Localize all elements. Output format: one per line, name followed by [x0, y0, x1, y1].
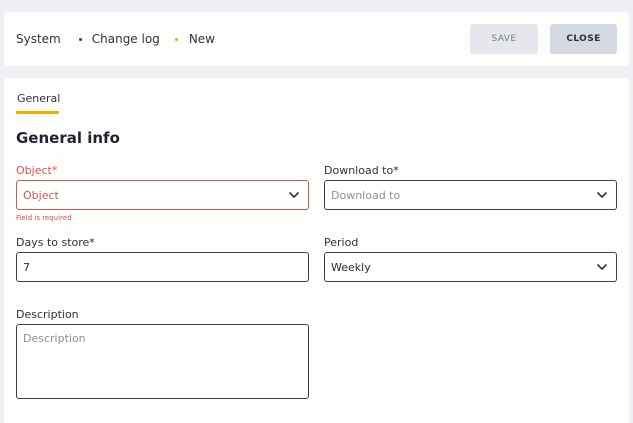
save-button[interactable]: SAVE [470, 24, 538, 54]
description-placeholder: Description [23, 332, 86, 345]
section-title: General info [16, 129, 120, 147]
breadcrumb-separator-current [174, 37, 178, 41]
breadcrumb: System Change log New [16, 12, 215, 66]
tab-general[interactable]: General [17, 92, 60, 105]
object-label: Object* [16, 164, 58, 177]
description-textarea[interactable]: Description [16, 324, 309, 399]
days-to-store-value: 7 [23, 260, 30, 274]
main-panel: General General info Object* Object Fiel… [4, 78, 629, 423]
breadcrumb-separator [78, 37, 82, 41]
download-to-label: Download to* [324, 164, 399, 177]
top-bar: System Change log New SAVE CLOSE [4, 12, 629, 66]
close-button[interactable]: CLOSE [550, 24, 617, 54]
days-to-store-input[interactable]: 7 [16, 252, 309, 282]
download-to-placeholder: Download to [331, 188, 401, 202]
period-label: Period [324, 236, 359, 249]
object-select[interactable]: Object [16, 180, 309, 210]
tab-active-indicator [16, 111, 59, 114]
object-placeholder: Object [23, 188, 59, 202]
chevron-down-icon [289, 192, 299, 198]
object-error-message: Field is required [16, 214, 72, 222]
days-to-store-label: Days to store* [16, 236, 95, 249]
breadcrumb-item-change-log[interactable]: Change log [92, 32, 160, 46]
period-select[interactable]: Weekly [324, 252, 617, 282]
chevron-down-icon [597, 264, 607, 270]
period-value: Weekly [331, 260, 371, 274]
breadcrumb-item-new: New [188, 32, 215, 46]
breadcrumb-item-system[interactable]: System [16, 32, 61, 46]
chevron-down-icon [597, 192, 607, 198]
description-label: Description [16, 308, 79, 321]
download-to-select[interactable]: Download to [324, 180, 617, 210]
